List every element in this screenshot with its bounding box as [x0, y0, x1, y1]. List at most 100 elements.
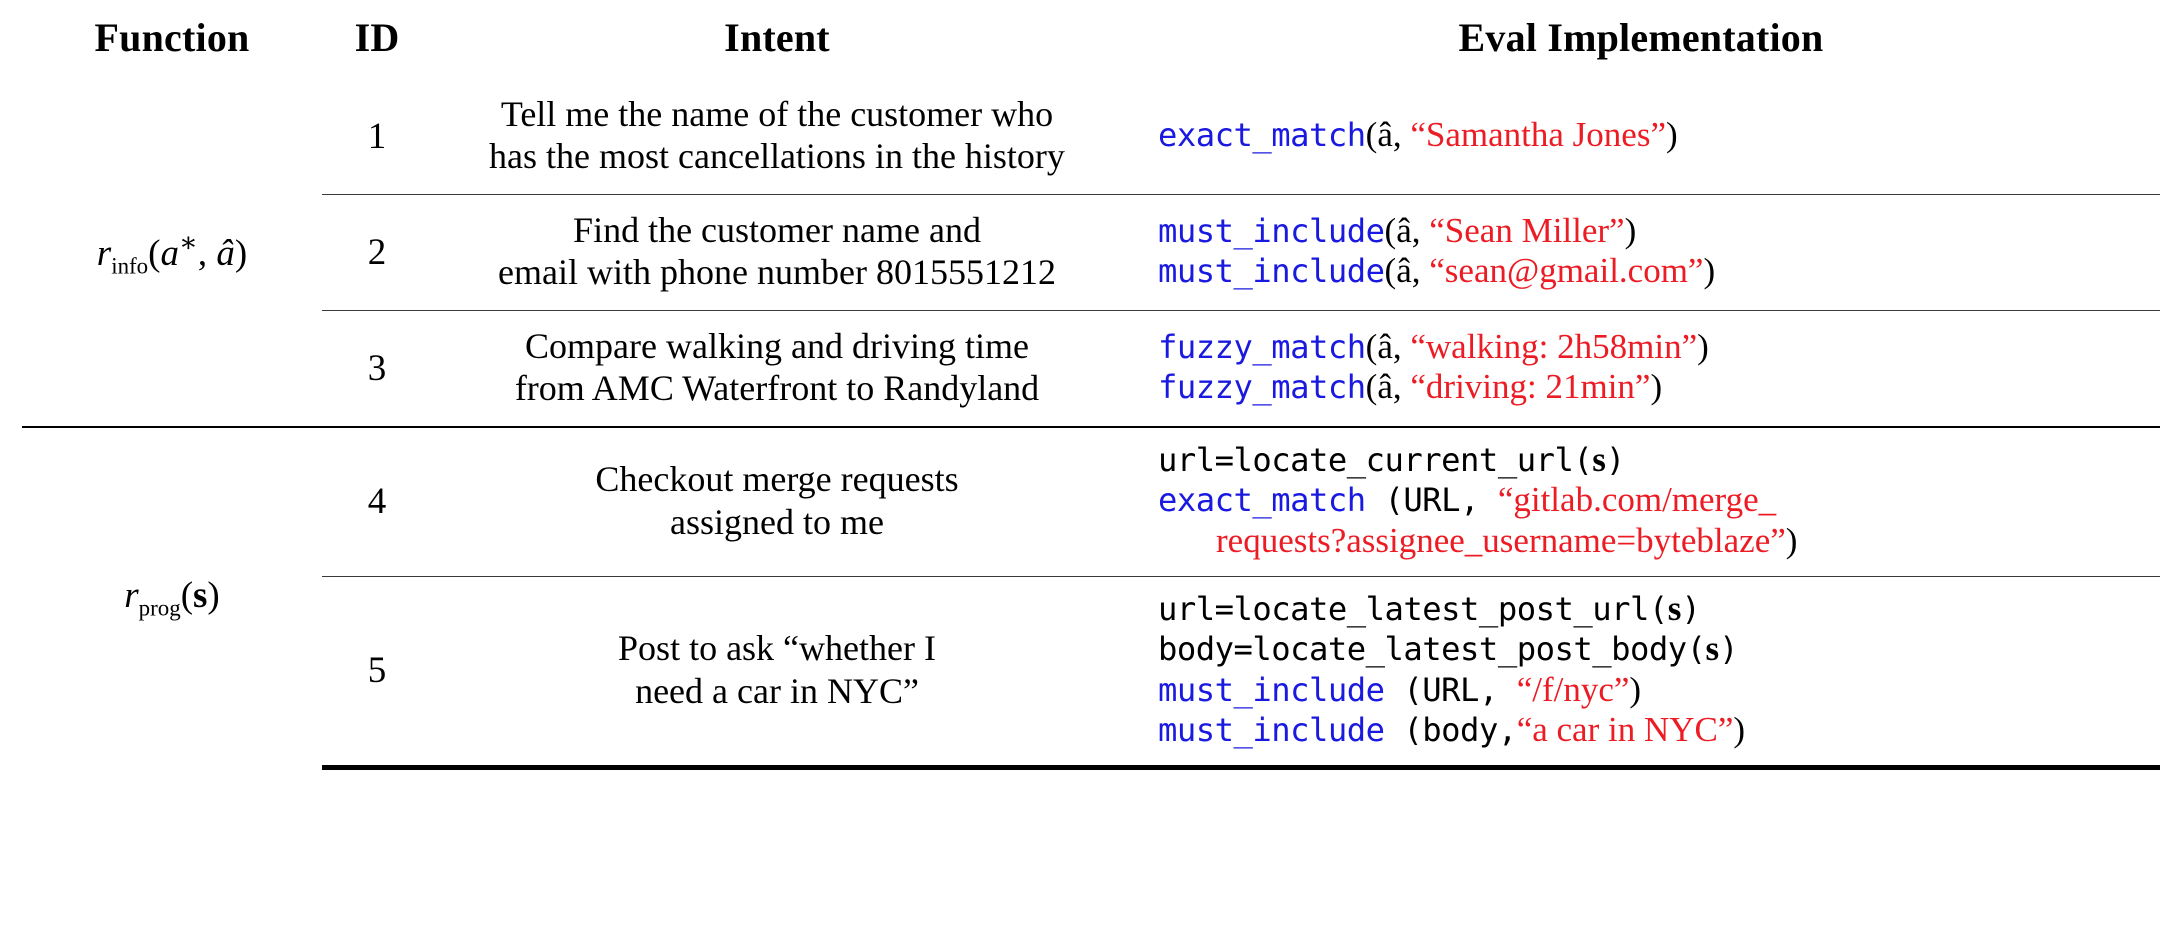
eval-code-text: )	[1605, 440, 1625, 479]
intent-line: assigned to me	[670, 501, 884, 542]
function-label: rinfo(a∗, â)	[96, 227, 248, 279]
eval-code-text: (	[1648, 589, 1668, 628]
header-row: Function ID Intent Eval Implementation	[22, 0, 2160, 79]
eval-function-name: exact_match	[1158, 481, 1366, 520]
eval-code-text: (â,	[1365, 326, 1411, 366]
eval-string-literal: “Sean Miller”	[1429, 210, 1625, 250]
table-row: 5 Post to ask “whether Ineed a car in NYC…	[22, 575, 2160, 770]
eval-code-line: must_include(â, “Sean Miller”)	[1158, 211, 2160, 252]
eval-code-text: )	[1629, 669, 1642, 709]
intent-line: from AMC Waterfront to Randyland	[514, 368, 1040, 409]
eval-code-text: )	[1681, 589, 1701, 628]
eval-function-name: must_include	[1158, 211, 1385, 250]
eval-function-name: exact_match	[1158, 116, 1366, 155]
eval-code-text: (	[1573, 440, 1593, 479]
eval-code-text: body=locate_latest_post_body	[1158, 630, 1687, 669]
column-header-id: ID	[354, 15, 400, 60]
eval-string-literal: requests?assignee_username=byteblaze”	[1216, 521, 1786, 560]
eval-code-text: url=locate_current_url	[1158, 440, 1574, 479]
state-symbol: s	[1667, 588, 1682, 628]
eval-code-line: exact_match(â, “Samantha Jones”)	[1158, 115, 2160, 156]
row-id-cell: 3	[322, 309, 432, 427]
table-body: rinfo(a∗, â) 1 Tell me the name of the cu…	[22, 79, 2160, 770]
table-container: Function ID Intent Eval Implementation r…	[0, 0, 2182, 950]
eval-implementation-cell: exact_match(â, “Samantha Jones”)	[1122, 79, 2160, 194]
intent-cell: Tell me the name of the customer who has …	[432, 79, 1122, 194]
eval-code-text: (â,	[1384, 251, 1430, 291]
eval-code-text: )	[1785, 521, 1798, 560]
eval-string-literal: “Samantha Jones”	[1410, 115, 1666, 155]
eval-function-name: must_include	[1158, 252, 1385, 291]
eval-function-name: must_include	[1158, 670, 1385, 709]
eval-code-line: body=locate_latest_post_body(s)	[1158, 629, 2160, 670]
eval-code-text: (â,	[1384, 210, 1430, 250]
column-header-intent: Intent	[724, 15, 830, 60]
eval-function-name: fuzzy_match	[1158, 327, 1366, 366]
eval-implementation-cell: url=locate_latest_post_url(s) body=locate…	[1122, 575, 2160, 770]
eval-code-text: (URL,	[1365, 481, 1498, 520]
intent-cell: Post to ask “whether Ineed a car in NYC”	[432, 575, 1122, 770]
table-row: rprog(s) 4 Checkout merge requests assigned…	[22, 425, 2160, 768]
row-id-cell: 4	[322, 425, 432, 577]
intent-line: Post to ask “whether I	[618, 628, 936, 669]
eval-code-text: )	[1650, 367, 1663, 407]
intent-line: Tell me the name of the customer who	[500, 94, 1054, 134]
eval-code-line: url=locate_current_url(s)	[1158, 440, 2160, 481]
column-header-function: Function	[94, 15, 250, 60]
function-label-cell: rprog(s)	[22, 425, 322, 768]
eval-code-text: url=locate_latest_post_url	[1158, 589, 1649, 628]
intent-line: Find the customer name and	[573, 209, 981, 250]
intent-line: Checkout merge requests	[595, 459, 959, 500]
eval-code-text: )	[1733, 710, 1746, 750]
eval-string-literal: “sean@gmail.com”	[1429, 251, 1704, 291]
row-id-cell: 2	[322, 193, 432, 311]
eval-code-text: )	[1666, 115, 1678, 155]
eval-implementation-cell: fuzzy_match(â, “walking: 2h58min”) fuzzy_…	[1122, 309, 2160, 427]
table-header: Function ID Intent Eval Implementation	[22, 0, 2160, 79]
eval-code-line: must_include (body,“a car in NYC”)	[1158, 710, 2160, 751]
eval-code-line: fuzzy_match(â, “driving: 21min”)	[1158, 367, 2160, 408]
eval-code-line: must_include(â, “sean@gmail.com”)	[1158, 251, 2160, 292]
eval-code-text: )	[1703, 251, 1716, 291]
intent-line: has the most cancellations in the histor…	[489, 136, 1065, 177]
eval-code-text: (URL,	[1384, 670, 1517, 709]
intent-cell: Compare walking and driving time from AMC…	[432, 309, 1122, 427]
eval-string-literal: “gitlab.com/merge_	[1497, 480, 1777, 520]
eval-code-text: )	[1697, 326, 1709, 366]
eval-code-text: (	[1686, 630, 1706, 669]
eval-implementation-cell: url=locate_current_url(s) exact_match (UR…	[1122, 425, 2160, 577]
eval-implementation-cell: must_include(â, “Sean Miller”) must_inclu…	[1122, 193, 2160, 311]
eval-string-literal: “driving: 21min”	[1410, 367, 1651, 407]
intent-cell: Find the customer name and email with pho…	[432, 193, 1122, 311]
eval-code-line: url=locate_latest_post_url(s)	[1158, 589, 2160, 630]
eval-code-line: fuzzy_match(â, “walking: 2h58min”)	[1158, 327, 2160, 368]
eval-string-literal: “walking: 2h58min”	[1410, 326, 1698, 366]
intent-line: email with phone number 8015551212	[498, 252, 1056, 293]
eval-code-text: (â,	[1365, 367, 1411, 407]
eval-implementation-table: Function ID Intent Eval Implementation r…	[22, 0, 2160, 770]
function-label-cell: rinfo(a∗, â)	[22, 79, 322, 427]
table-row: 3 Compare walking and driving time from AM…	[22, 309, 2160, 427]
column-header-eval: Eval Implementation	[1458, 15, 1824, 60]
eval-string-literal: “/f/nyc”	[1516, 669, 1630, 709]
state-symbol: s	[1705, 629, 1720, 669]
intent-line: Compare walking and driving time	[525, 325, 1029, 366]
row-id-cell: 5	[322, 575, 432, 770]
eval-code-text: (â,	[1365, 115, 1411, 155]
eval-function-name: must_include	[1158, 711, 1385, 750]
eval-code-line: exact_match (URL, “gitlab.com/merge_	[1158, 480, 2160, 521]
eval-code-line: must_include (URL, “/f/nyc”)	[1158, 670, 2160, 711]
table-row: 2 Find the customer name and email with ph…	[22, 193, 2160, 311]
eval-function-name: fuzzy_match	[1158, 368, 1366, 407]
row-id-cell: 1	[367, 115, 387, 157]
eval-string-literal: “a car in NYC”	[1516, 710, 1734, 750]
eval-code-text: )	[1719, 630, 1739, 669]
eval-code-line: requests?assignee_username=byteblaze”)	[1158, 521, 2160, 562]
eval-code-text: (body,	[1384, 711, 1517, 750]
intent-line: need a car in NYC”	[635, 670, 919, 711]
intent-cell: Checkout merge requests assigned to me	[432, 425, 1122, 577]
eval-code-text: )	[1624, 210, 1637, 250]
state-symbol: s	[1592, 439, 1606, 479]
function-label: rprog(s)	[124, 574, 220, 621]
table-row: rinfo(a∗, â) 1 Tell me the name of the cu…	[22, 79, 2160, 278]
